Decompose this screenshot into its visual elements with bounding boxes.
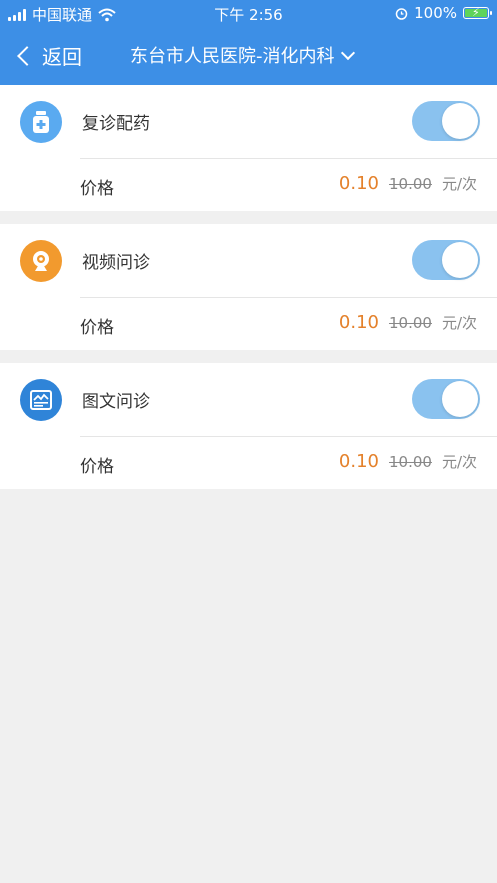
alarm-icon: [395, 7, 408, 20]
medicine-bottle-icon: [20, 101, 62, 143]
price-unit: 元/次: [441, 175, 477, 193]
back-label: 返回: [42, 45, 82, 69]
chevron-down-icon: [340, 45, 355, 60]
price-label: 价格: [80, 179, 114, 199]
price-value[interactable]: 0.10: [339, 312, 379, 333]
nav-bar: 返回 东台市人民医院-消化内科: [0, 28, 497, 85]
header: 中国联通 下午 2:56 100% ⚡ 返回 东台市人民医院-消化内科: [0, 0, 497, 85]
price-value[interactable]: 0.10: [339, 173, 379, 194]
service-card-medicine: 复诊配药 价格 0.10 10.00 元/次: [0, 85, 497, 211]
service-toggle[interactable]: [412, 240, 480, 280]
original-price: 10.00: [388, 314, 432, 332]
service-card-image-text: 图文问诊 价格 0.10 10.00 元/次: [0, 363, 497, 489]
price-unit: 元/次: [441, 314, 477, 332]
original-price: 10.00: [388, 453, 432, 471]
service-toggle[interactable]: [412, 101, 480, 141]
battery-icon: ⚡: [463, 6, 492, 19]
price-label: 价格: [80, 457, 114, 477]
back-button[interactable]: 返回: [17, 41, 82, 70]
price-label: 价格: [80, 318, 114, 338]
service-toggle[interactable]: [412, 379, 480, 419]
video-camera-icon: [20, 240, 62, 282]
department-selector[interactable]: 东台市人民医院-消化内科: [130, 42, 355, 68]
service-name: 复诊配药: [82, 114, 150, 134]
original-price: 10.00: [388, 175, 432, 193]
status-right: 100% ⚡: [395, 4, 492, 22]
price-value[interactable]: 0.10: [339, 451, 379, 472]
image-text-icon: [20, 379, 62, 421]
chevron-left-icon: [17, 45, 37, 66]
status-bar: 中国联通 下午 2:56 100% ⚡: [0, 0, 497, 28]
battery-percent: 100%: [414, 4, 457, 22]
service-card-video: 视频问诊 价格 0.10 10.00 元/次: [0, 224, 497, 350]
price-unit: 元/次: [441, 453, 477, 471]
page-title: 东台市人民医院-消化内科: [130, 46, 335, 67]
service-name: 图文问诊: [82, 392, 150, 412]
service-name: 视频问诊: [82, 253, 150, 273]
